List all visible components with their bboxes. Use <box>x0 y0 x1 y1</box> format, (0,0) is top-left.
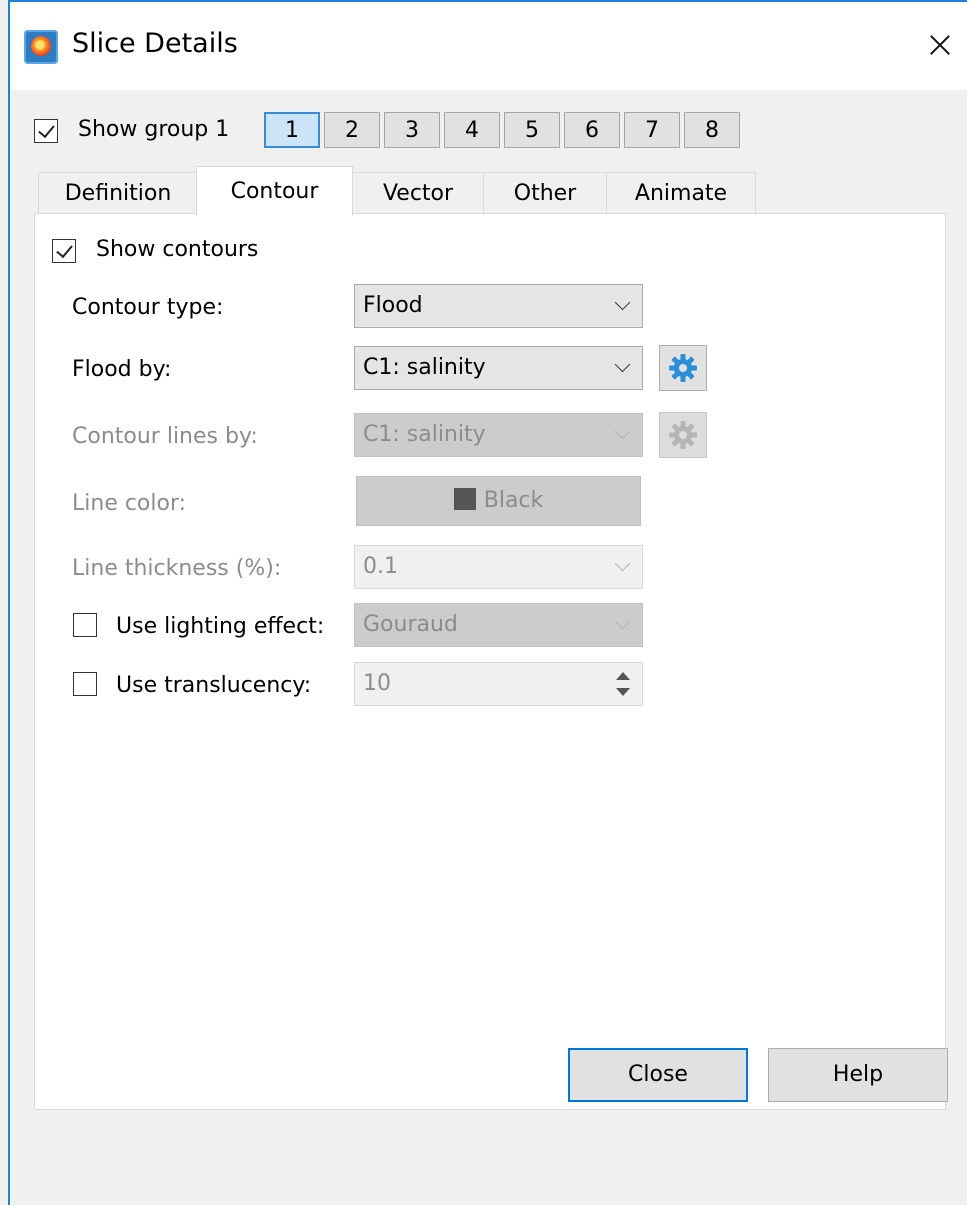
tab-animate[interactable]: Animate <box>606 172 756 214</box>
contour-type-select[interactable]: Flood <box>354 284 643 328</box>
tab-contour[interactable]: Contour <box>196 166 353 216</box>
line-thickness-label: Line thickness (%): <box>72 556 282 581</box>
window-title: Slice Details <box>72 28 238 59</box>
group-button-6[interactable]: 6 <box>564 112 620 148</box>
spin-down-icon[interactable] <box>616 688 630 696</box>
group-button-3[interactable]: 3 <box>384 112 440 148</box>
line-thickness-combo[interactable]: 0.1 <box>354 545 643 589</box>
app-icon <box>24 30 58 64</box>
flood-by-label: Flood by: <box>72 357 172 382</box>
lighting-effect-label: Use lighting effect: <box>116 614 325 639</box>
group-button-7[interactable]: 7 <box>624 112 680 148</box>
line-color-label: Line color: <box>72 491 187 516</box>
lighting-effect-checkbox[interactable] <box>73 613 97 637</box>
title-bar: Slice Details <box>10 2 967 90</box>
line-thickness-value: 0.1 <box>363 554 398 579</box>
group-button-8[interactable]: 8 <box>684 112 740 148</box>
help-button[interactable]: Help <box>768 1048 948 1102</box>
group-button-5[interactable]: 5 <box>504 112 560 148</box>
window-border <box>8 0 10 1205</box>
lighting-effect-value: Gouraud <box>363 612 458 637</box>
contour-lines-by-value: C1: salinity <box>363 422 486 447</box>
line-color-value: Black <box>483 488 544 513</box>
group-button-2[interactable]: 2 <box>324 112 380 148</box>
slice-details-dialog: Slice Details Show group 1 1 2 3 4 5 6 7… <box>0 0 967 1205</box>
close-button[interactable]: Close <box>568 1048 748 1102</box>
translucency-value: 10 <box>363 671 391 696</box>
lighting-effect-select[interactable]: Gouraud <box>354 603 643 647</box>
spin-up-icon[interactable] <box>616 672 630 680</box>
show-contours-label: Show contours <box>96 237 259 262</box>
contour-lines-by-select[interactable]: C1: salinity <box>354 413 643 457</box>
tab-other[interactable]: Other <box>483 172 607 214</box>
gear-icon <box>669 354 697 382</box>
close-icon[interactable] <box>915 20 965 70</box>
chevron-down-icon <box>614 356 631 373</box>
flood-by-value: C1: salinity <box>363 355 486 380</box>
chevron-down-icon <box>614 555 631 572</box>
translucency-checkbox[interactable] <box>73 672 97 696</box>
chevron-down-icon <box>614 423 631 440</box>
chevron-down-icon <box>614 294 631 311</box>
show-group-label: Show group 1 <box>78 117 230 142</box>
color-swatch <box>453 488 476 510</box>
chevron-down-icon <box>614 613 631 630</box>
contour-type-value: Flood <box>363 293 423 318</box>
translucency-label: Use translucency: <box>116 673 312 698</box>
flood-by-select[interactable]: C1: salinity <box>354 346 643 390</box>
show-group-checkbox[interactable] <box>34 119 58 143</box>
group-button-1[interactable]: 1 <box>264 112 320 148</box>
gear-icon <box>669 421 697 449</box>
contour-lines-by-label: Contour lines by: <box>72 424 258 449</box>
translucency-spinbox[interactable]: 10 <box>354 662 643 706</box>
show-contours-checkbox[interactable] <box>52 239 76 263</box>
tab-vector[interactable]: Vector <box>352 172 484 214</box>
flood-by-settings-button[interactable] <box>659 345 707 391</box>
line-color-button[interactable]: Black <box>356 476 641 526</box>
contour-type-label: Contour type: <box>72 295 224 320</box>
group-button-4[interactable]: 4 <box>444 112 500 148</box>
contour-lines-settings-button[interactable] <box>659 412 707 458</box>
tab-definition[interactable]: Definition <box>38 172 198 214</box>
